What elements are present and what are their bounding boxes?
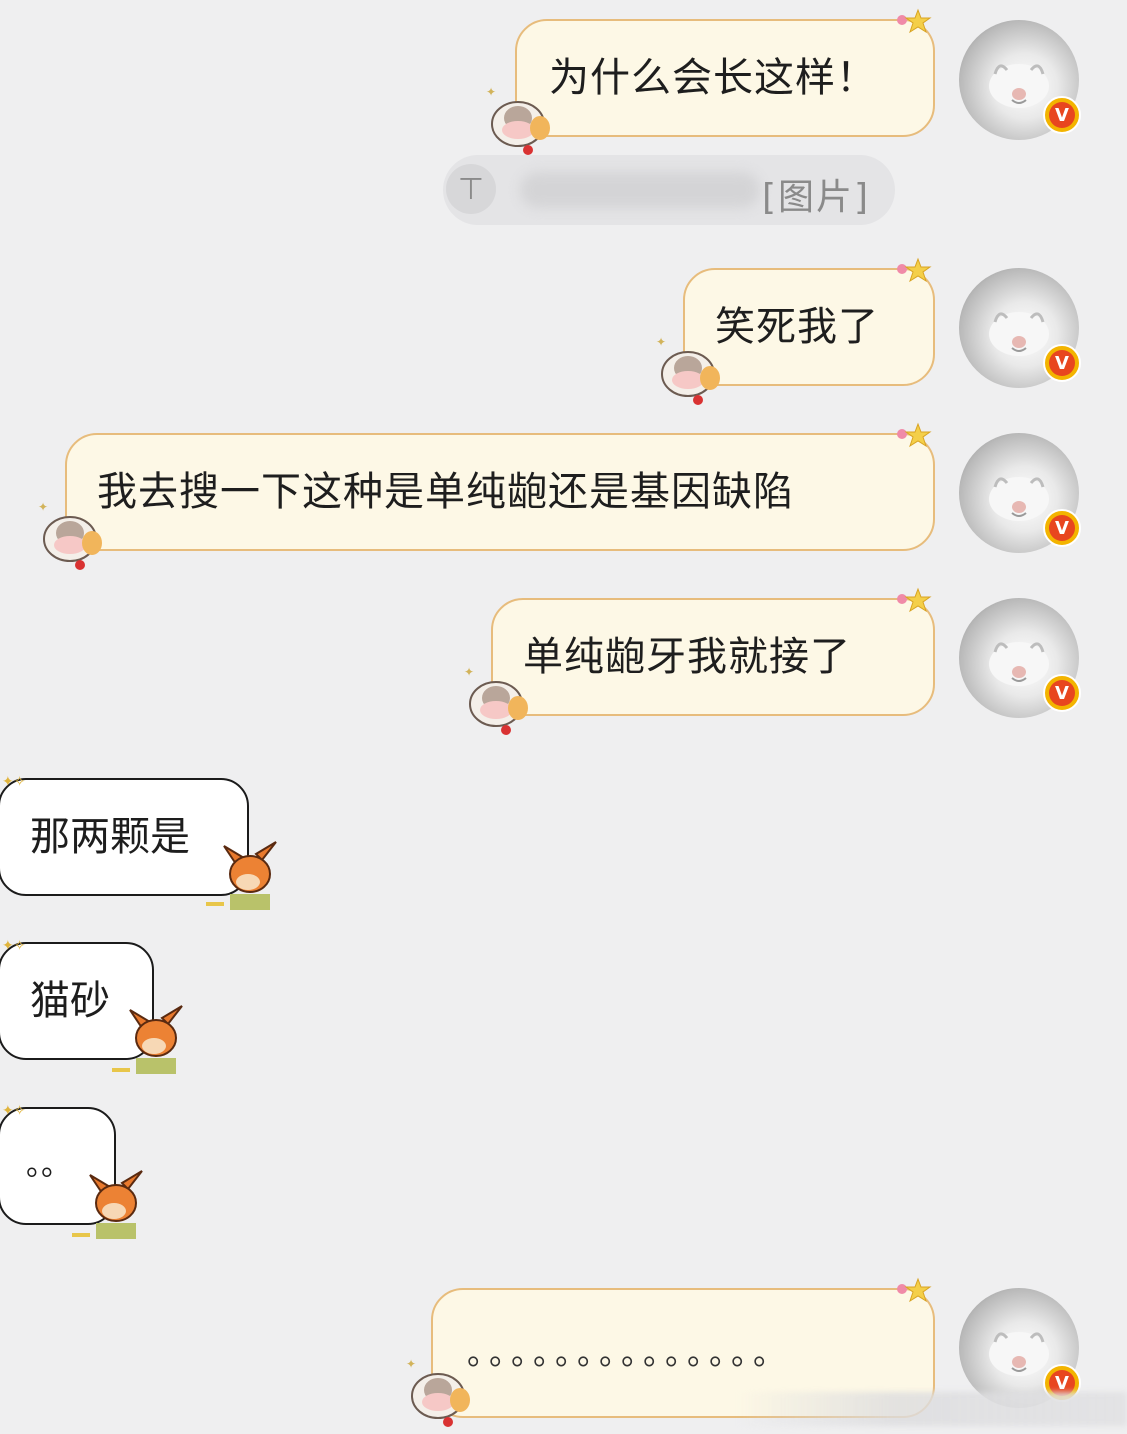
message-text: 。。。。。。。。。。。。。。: [467, 1334, 792, 1372]
pin-top-icon[interactable]: ⊤: [446, 164, 496, 214]
svg-text:✦: ✦: [406, 1357, 416, 1371]
sticker-dots: [112, 1068, 130, 1072]
cat-sticker-icon: ✦: [656, 335, 720, 405]
message-text: 为什么会长这样！: [549, 55, 877, 101]
svg-text:✦: ✦: [656, 335, 666, 349]
star-sticker-icon: [897, 1277, 932, 1303]
verified-badge-icon: V: [1043, 674, 1081, 712]
message-text: 笑死我了: [715, 304, 879, 350]
blurred-quote-text: [520, 172, 760, 208]
cat-sticker-icon: ✦: [406, 1357, 470, 1427]
star-sticker-icon: [897, 587, 932, 613]
message-bubble-outgoing[interactable]: 我去搜一下这种是单纯龅还是基因缺陷: [65, 433, 935, 551]
star-sticker-icon: [897, 8, 932, 34]
message-bubble-incoming[interactable]: 那两颗是: [0, 778, 249, 896]
avatar[interactable]: V: [959, 598, 1081, 718]
svg-text:✦✧: ✦✧: [2, 1103, 26, 1119]
sticker-dots: [72, 1233, 90, 1237]
verified-badge-icon: V: [1043, 509, 1081, 547]
verified-badge-icon: V: [1043, 344, 1081, 382]
sparkle-icon: ✦✧: [2, 774, 26, 790]
sparkle-icon: ✦✧: [2, 1103, 26, 1119]
sparkle-icon: ✦✧: [2, 938, 26, 954]
message-text: 单纯龅牙我就接了: [523, 634, 851, 680]
message-text: 那两颗是: [30, 814, 190, 860]
svg-text:✦: ✦: [464, 665, 474, 679]
message-bubble-outgoing[interactable]: 为什么会长这样！: [515, 19, 935, 137]
sticker-dots: [206, 902, 224, 906]
blurred-watermark: [737, 1392, 1127, 1426]
fox-sticker-icon: [223, 841, 277, 910]
star-sticker-icon: [897, 422, 932, 448]
message-bubble-outgoing[interactable]: 单纯龅牙我就接了: [491, 598, 935, 716]
quote-image-label: [图片]: [762, 177, 871, 218]
svg-text:✦✧: ✦✧: [2, 774, 26, 790]
message-text: 。。: [26, 1148, 71, 1183]
cat-sticker-icon: ✦: [38, 500, 102, 570]
avatar[interactable]: V: [959, 1288, 1081, 1408]
svg-text:✦✧: ✦✧: [2, 938, 26, 954]
avatar[interactable]: V: [959, 20, 1081, 140]
star-sticker-icon: [897, 257, 932, 283]
avatar[interactable]: V: [959, 268, 1081, 388]
cat-sticker-icon: ✦: [486, 85, 550, 155]
svg-text:✦: ✦: [486, 85, 496, 99]
message-text: 猫砂: [30, 978, 110, 1024]
avatar[interactable]: V: [959, 433, 1081, 553]
verified-badge-icon: V: [1043, 96, 1081, 134]
message-text: 我去搜一下这种是单纯龅还是基因缺陷: [97, 469, 794, 515]
fox-sticker-icon: [89, 1170, 143, 1239]
fox-sticker-icon: [129, 1005, 183, 1074]
cat-sticker-icon: ✦: [464, 665, 528, 735]
svg-text:✦: ✦: [38, 500, 48, 514]
